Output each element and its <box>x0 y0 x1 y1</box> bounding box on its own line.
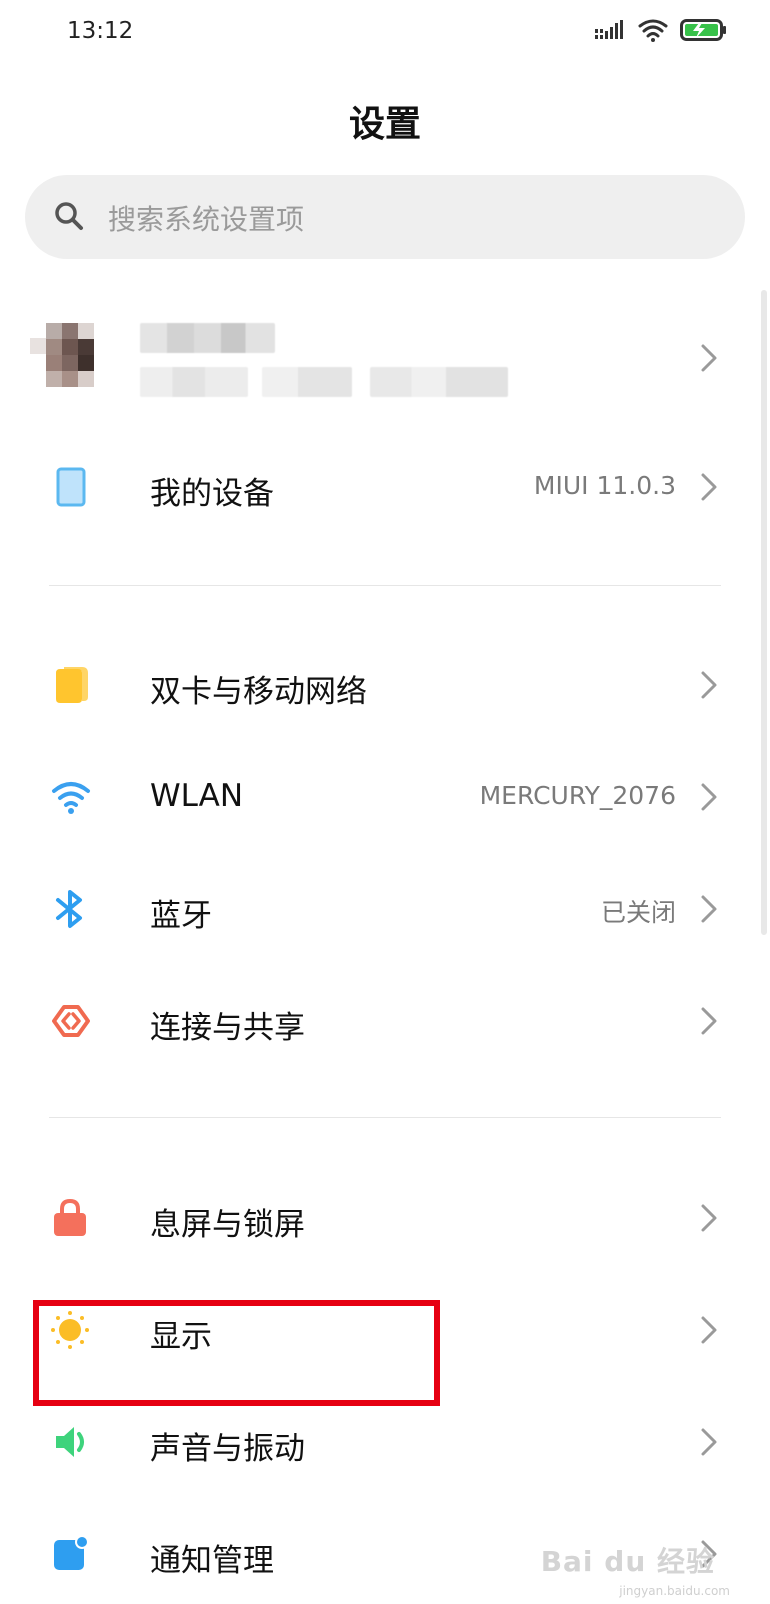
chevron-right-icon <box>701 783 717 811</box>
wifi-icon <box>638 19 668 42</box>
settings-item-label: WLAN <box>150 778 244 814</box>
scrollbar[interactable] <box>761 290 767 935</box>
search-input[interactable]: 搜索系统设置项 <box>25 175 745 259</box>
bluetooth-icon <box>56 890 82 928</box>
settings-item-value: MIUI 11.0.3 <box>533 471 676 500</box>
signal-icon <box>595 20 623 39</box>
chevron-right-icon <box>701 1007 717 1035</box>
search-icon <box>55 202 83 230</box>
settings-item-wlan[interactable]: WLAN MERCURY_2076 <box>0 747 740 847</box>
settings-item-label: 我的设备 <box>150 476 274 512</box>
page-title: 设置 <box>348 104 421 145</box>
notification-icon <box>54 1535 89 1570</box>
chevron-right-icon <box>701 895 717 923</box>
status-time: 13:12 <box>67 18 134 44</box>
settings-item-sim-network[interactable]: 双卡与移动网络 <box>0 635 740 735</box>
settings-item-connection-share[interactable]: 连接与共享 <box>0 971 740 1071</box>
avatar <box>30 323 94 387</box>
watermark-logo: Bai du 经验 <box>540 1545 715 1578</box>
settings-item-label: 息屏与锁屏 <box>150 1207 305 1243</box>
settings-item-my-device[interactable]: 我的设备 MIUI 11.0.3 <box>0 437 740 537</box>
chevron-right-icon <box>701 473 717 501</box>
settings-item-lock-screen[interactable]: 息屏与锁屏 <box>0 1168 740 1268</box>
divider <box>49 1117 721 1118</box>
sim-card-icon <box>56 667 88 703</box>
settings-item-label: 连接与共享 <box>150 1010 305 1046</box>
device-icon <box>56 467 86 507</box>
highlight-box <box>33 1300 440 1406</box>
chevron-right-icon <box>701 671 717 699</box>
account-row[interactable] <box>0 305 740 415</box>
settings-item-sound-vibration[interactable]: 声音与振动 <box>0 1392 740 1492</box>
status-icons <box>594 18 728 42</box>
battery-charging-icon <box>680 19 726 41</box>
divider <box>49 585 721 586</box>
settings-item-label: 双卡与移动网络 <box>150 674 367 710</box>
wifi-icon <box>52 782 90 814</box>
chevron-right-icon <box>701 1428 717 1456</box>
watermark-url: jingyan.baidu.com <box>619 1584 730 1598</box>
chevron-right-icon <box>701 1316 717 1344</box>
sound-icon <box>56 1427 84 1457</box>
lock-icon <box>54 1198 86 1236</box>
settings-item-value: MERCURY_2076 <box>479 781 676 810</box>
search-placeholder: 搜索系统设置项 <box>108 203 305 236</box>
connection-share-icon <box>52 1005 90 1037</box>
chevron-right-icon <box>701 344 717 372</box>
status-bar: 13:12 <box>0 0 770 70</box>
settings-item-label: 声音与振动 <box>150 1431 305 1467</box>
settings-item-label: 蓝牙 <box>150 898 212 934</box>
settings-item-label: 通知管理 <box>150 1543 274 1579</box>
settings-item-value: 已关闭 <box>600 898 676 927</box>
chevron-right-icon <box>701 1204 717 1232</box>
settings-item-bluetooth[interactable]: 蓝牙 已关闭 <box>0 859 740 959</box>
